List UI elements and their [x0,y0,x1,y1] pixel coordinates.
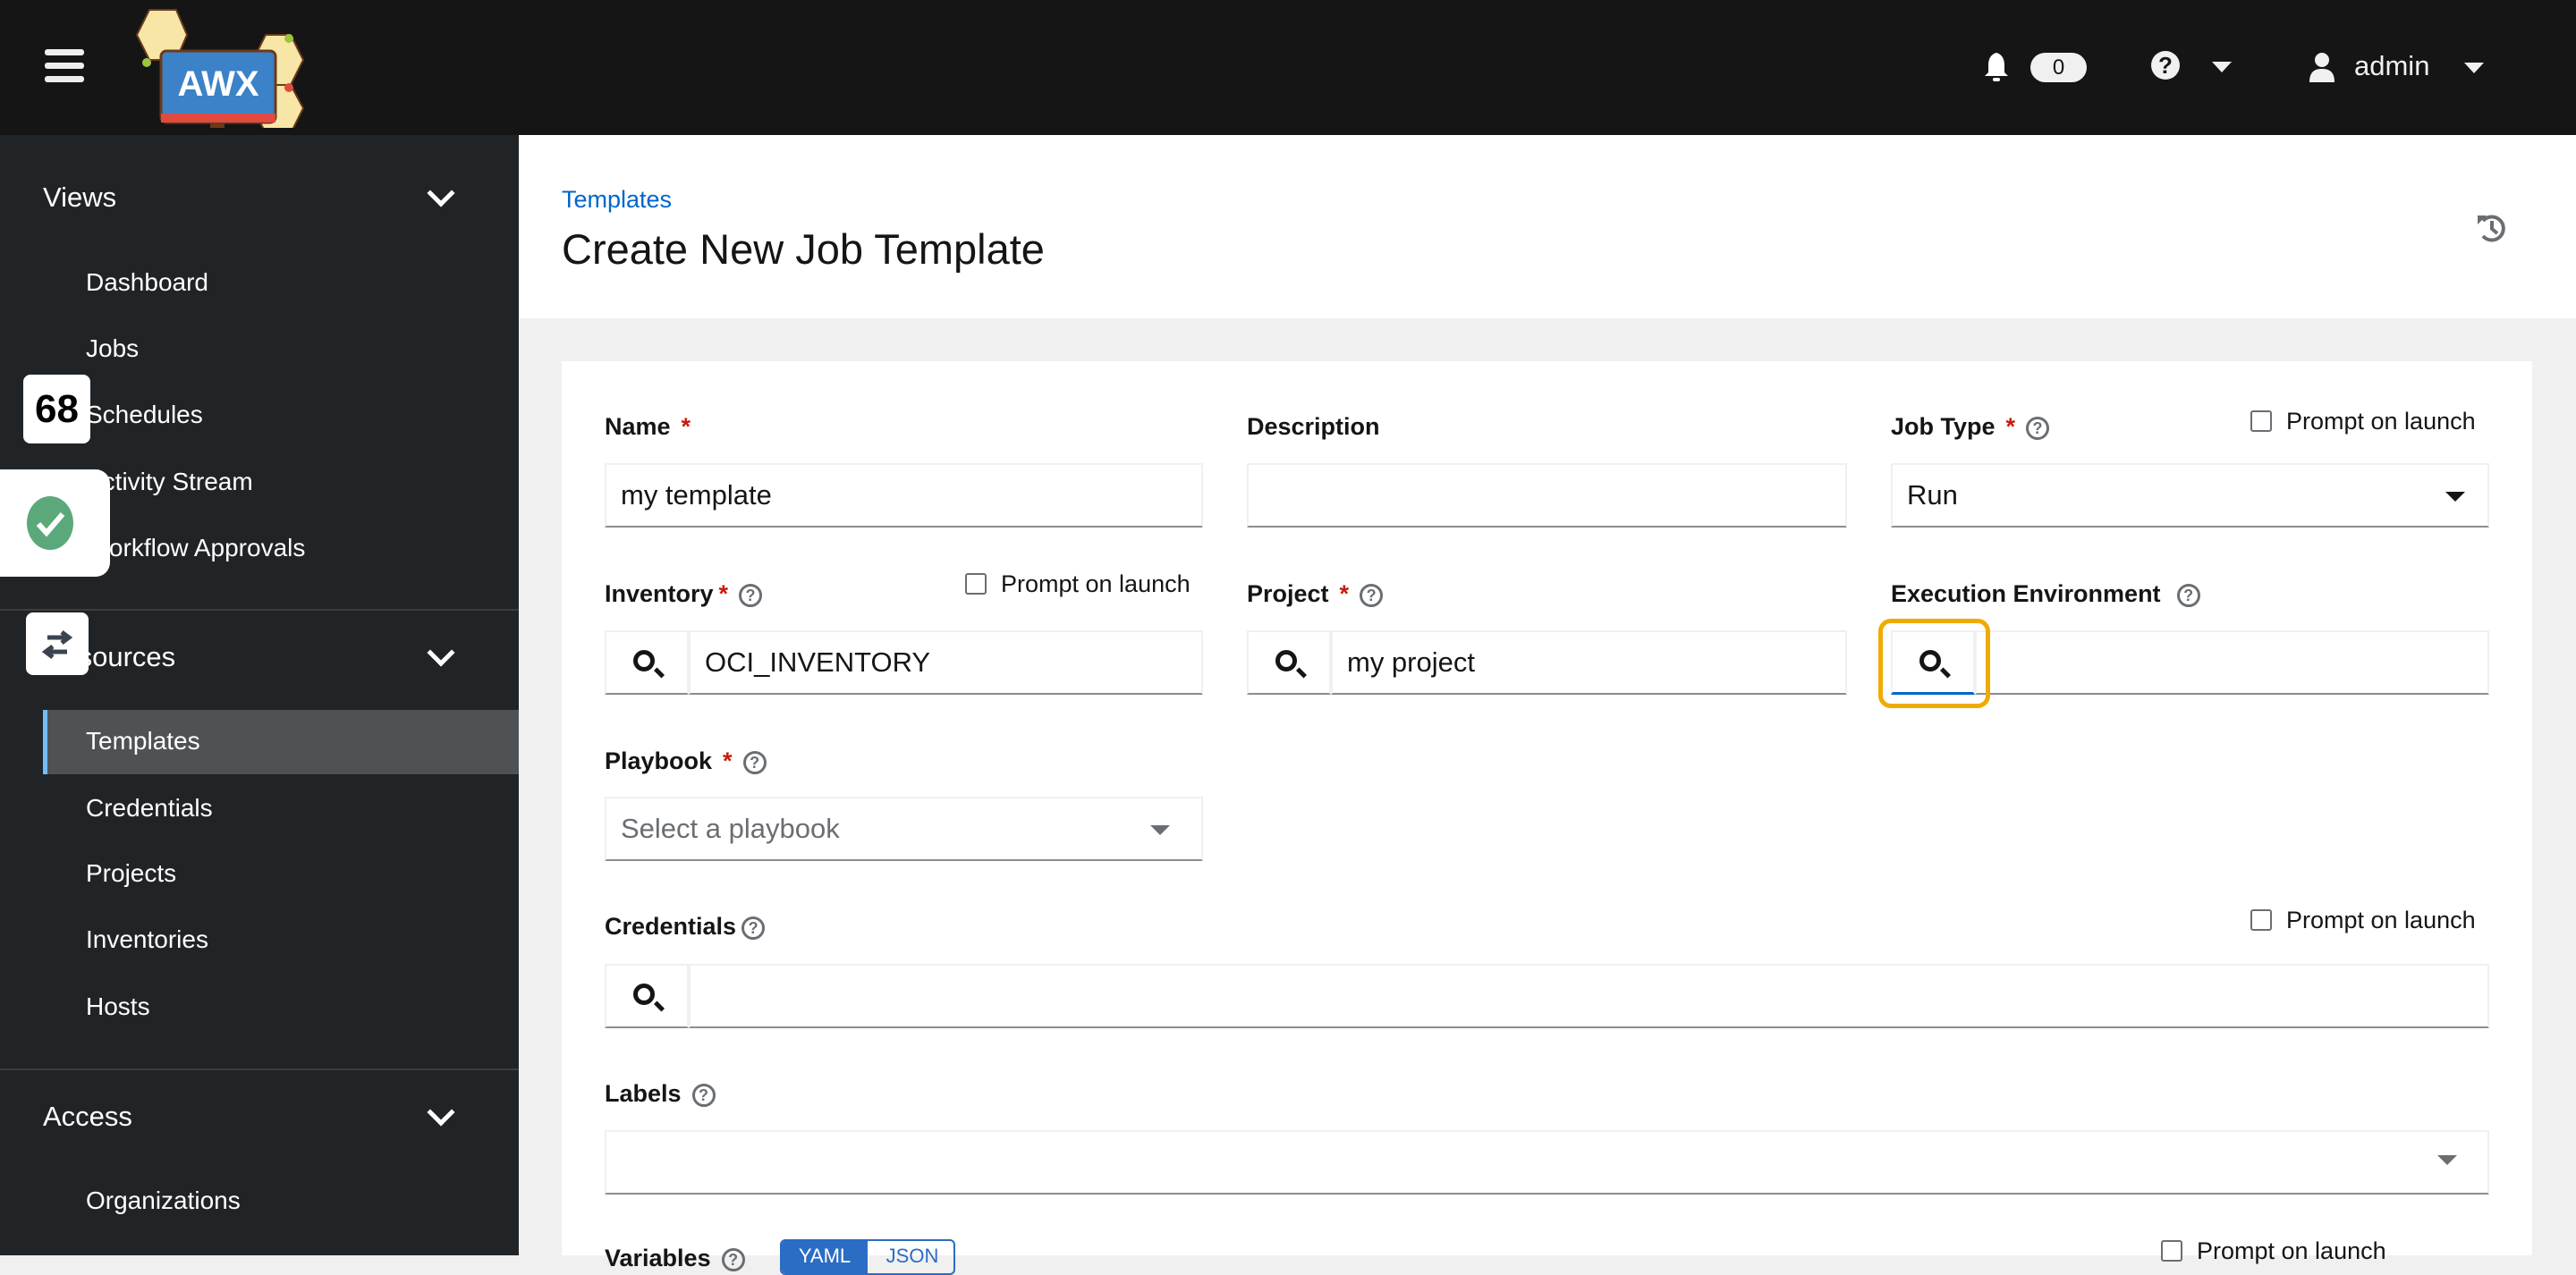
sidebar-nav: Views Dashboard Jobs Schedules Activity … [0,135,519,1255]
description-label: Description [1247,413,1380,440]
inventory-search-button[interactable] [605,630,689,695]
labels-select[interactable] [605,1130,2489,1195]
sidebar-item-dashboard[interactable]: Dashboard [86,268,208,297]
help-icon[interactable]: ? [742,750,767,774]
project-label: Project *? [1247,580,1384,608]
checkbox[interactable] [2250,909,2272,931]
help-icon[interactable]: ? [739,583,763,607]
sidebar-item-inventories[interactable]: Inventories [86,925,208,954]
user-icon [2309,53,2334,82]
success-overlay [0,469,110,577]
help-icon[interactable]: ? [2176,583,2200,607]
search-icon [633,984,655,1005]
sidebar-item-activity-stream[interactable]: Activity Stream [86,468,253,496]
credentials-search-button[interactable] [605,964,689,1028]
search-icon [1275,650,1297,671]
swap-arrows-icon [41,630,73,659]
caret-down-icon [2445,492,2465,502]
sidebar-item-credentials[interactable]: Credentials [86,794,213,823]
help-icon: ? [2151,51,2180,80]
history-icon[interactable] [2476,212,2508,244]
bell-icon [1985,53,2008,81]
job-type-prompt-on-launch[interactable]: Prompt on launch [2250,408,2476,435]
playbook-label: Playbook *? [605,747,767,775]
search-icon [633,650,655,671]
credentials-label: Credentials? [605,913,766,941]
nav-group-views[interactable]: Views [43,182,116,214]
variables-mode-toggle: YAML JSON [780,1239,955,1275]
credentials-prompt-on-launch[interactable]: Prompt on launch [2250,907,2476,934]
sidebar-item-jobs[interactable]: Jobs [86,334,139,363]
help-menu-button[interactable]: ? [2151,51,2241,83]
divider [0,1068,519,1070]
top-header: AWX 0 ? admin [0,0,2576,135]
job-template-form: Name * my template Description Job Type *?… [562,361,2532,1275]
sidebar-item-workflow-approvals[interactable]: Workflow Approvals [86,534,305,562]
name-input[interactable]: my template [605,463,1203,528]
caret-down-icon[interactable] [2437,1155,2457,1165]
logo-text: AWX [177,64,258,104]
chevron-down-icon[interactable] [427,179,455,207]
variables-label: Variables? [605,1245,745,1272]
caret-down-icon [2464,63,2484,73]
description-input[interactable] [1247,463,1847,528]
hamburger-menu-button[interactable] [45,49,84,85]
counter-overlay: 68 [23,375,90,443]
sidebar-item-schedules[interactable]: Schedules [86,401,203,429]
notifications-button[interactable]: 0 [1981,46,2089,88]
checkbox[interactable] [2250,410,2272,432]
inventory-prompt-on-launch[interactable]: Prompt on launch [965,570,1191,598]
checkbox[interactable] [965,573,987,595]
swap-overlay[interactable] [26,612,89,675]
yaml-toggle-button[interactable]: YAML [782,1241,868,1273]
nav-group-access[interactable]: Access [43,1101,132,1133]
user-menu-button[interactable]: admin [2308,46,2496,88]
caret-down-icon [1150,825,1170,835]
check-circle-icon [27,496,73,550]
username: admin [2354,50,2430,81]
job-type-select[interactable]: Run [1891,463,2489,528]
page-title: Create New Job Template [562,225,1045,273]
playbook-select[interactable]: Select a playbook [605,797,1203,861]
chevron-down-icon[interactable] [427,638,455,667]
awx-logo[interactable]: AWX [131,8,305,134]
json-toggle-button[interactable]: JSON [868,1241,953,1273]
help-icon[interactable]: ? [1360,583,1384,607]
execution-environment-input[interactable] [1975,630,2489,695]
project-input[interactable]: my project [1331,630,1847,695]
chevron-down-icon[interactable] [427,1098,455,1127]
breadcrumb-templates[interactable]: Templates [562,186,672,214]
labels-label: Labels? [605,1080,716,1108]
page-header: Templates Create New Job Template [519,135,2576,318]
help-icon[interactable]: ? [741,916,766,940]
project-search-button[interactable] [1247,630,1331,695]
credentials-input[interactable] [689,964,2489,1028]
inventory-input[interactable]: OCI_INVENTORY [689,630,1203,695]
divider [0,609,519,611]
help-icon[interactable]: ? [2026,416,2050,440]
focus-highlight [1878,619,1990,708]
variables-prompt-on-launch[interactable]: Prompt on launch [2161,1237,2386,1265]
checkbox[interactable] [2161,1240,2182,1262]
notification-count-badge: 0 [2030,53,2087,82]
name-label: Name * [605,413,691,440]
inventory-label: Inventory *? [605,580,763,608]
counter-value: 68 [35,387,79,431]
sidebar-item-projects[interactable]: Projects [86,859,176,888]
sidebar-item-templates[interactable]: Templates [86,727,200,756]
execution-environment-label: Execution Environment? [1891,580,2200,608]
job-type-label: Job Type *? [1891,413,2050,441]
help-icon[interactable]: ? [691,1083,716,1107]
caret-down-icon [2212,62,2232,72]
help-icon[interactable]: ? [721,1247,745,1271]
sidebar-item-hosts[interactable]: Hosts [86,992,150,1021]
sidebar-item-organizations[interactable]: Organizations [86,1186,241,1215]
